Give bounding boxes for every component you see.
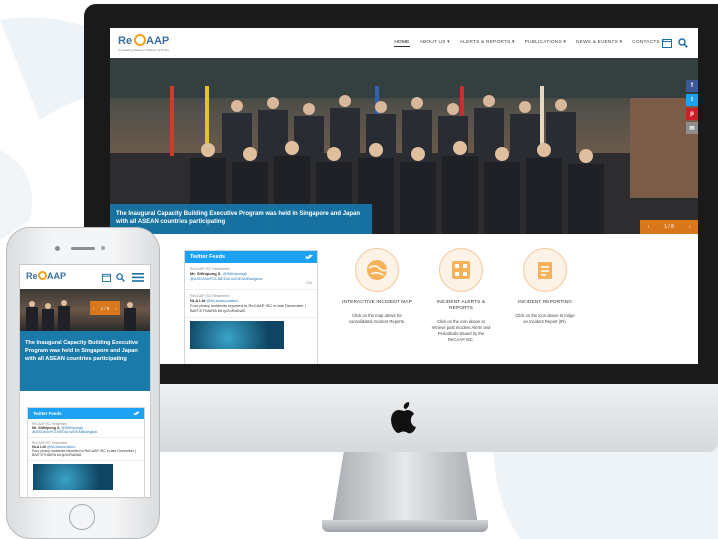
site-header: Re AAP Combating Maritime Robbery & Pira… (110, 28, 698, 60)
twitter-bird-icon (305, 254, 313, 259)
mobile-slide-counter: 1 / 8 (100, 305, 110, 311)
mobile-logo[interactable]: Re AAP (26, 270, 66, 286)
twitter-icon[interactable]: t (686, 94, 698, 106)
header-icons (662, 38, 688, 48)
nav-home[interactable]: HOME (394, 40, 410, 47)
mobile-logo-re: Re (26, 271, 38, 281)
twitter-feed-header: Twitter Feeds (185, 251, 317, 263)
mobile-next-slide-icon[interactable]: › (115, 306, 117, 311)
hero-slider[interactable]: f t p ✉ The Inaugural Capacity Building … (110, 58, 698, 234)
phone-camera (55, 246, 60, 251)
mobile-tweet-text: @ASEANxPOLMEDIA #ASEANBangkok (32, 430, 98, 434)
hero-pager: ‹ 1 / 8 › (640, 220, 698, 234)
feature-incident-alerts[interactable]: INCIDENT ALERTS & REPORTS Click on the i… (426, 248, 496, 343)
twitter-feed-widget[interactable]: Twitter Feeds ReCAAP ISC Retweeted Mr. S… (184, 250, 318, 364)
logo-text-re: Re (118, 35, 133, 47)
nav-publications[interactable]: PUBLICATIONS ▾ (525, 40, 566, 47)
twitter-feed-title: Twitter Feeds (190, 254, 226, 260)
mobile-twitter-bird-icon (133, 411, 140, 415)
nav-news-events[interactable]: NEWS & EVENTS ▾ (576, 40, 622, 47)
tweet-item[interactable]: ReCAAP ISC Retweeted NLA Ltd @NLAassocia… (185, 290, 317, 318)
mobile-hero-caption: The Inaugural Capacity Building Executiv… (20, 331, 150, 391)
apple-logo-icon (391, 402, 416, 434)
mobile-twitter-feed[interactable]: Twitter Feeds ReCAAP ISC Retweeted Mr. S… (27, 407, 145, 497)
search-icon[interactable] (678, 38, 688, 48)
hamburger-menu-icon[interactable] (132, 273, 144, 282)
feature-title: INCIDENT ALERTS & REPORTS (436, 300, 486, 311)
feature-desc: Click on the map above for consolidated … (348, 313, 406, 324)
feature-desc: Click on the icon above to retrieve past… (431, 319, 491, 342)
prev-slide-icon[interactable]: ‹ (647, 224, 649, 230)
tweet-item[interactable]: ReCAAP ISC Retweeted Mr. Sitthipong S. @… (185, 263, 317, 290)
tweet-text: Four piracy incidents reported to ReCAAP… (190, 303, 306, 313)
phone-speaker (71, 247, 95, 250)
mobile-group-photo (26, 300, 136, 331)
mobile-logo-cap: AAP (47, 271, 67, 281)
phone-home-button[interactable] (69, 504, 95, 530)
nav-contacts[interactable]: CONTACTS ▾ (632, 40, 664, 47)
feature-incident-map[interactable]: INTERACTIVE INCIDENT MAP Click on the ma… (342, 248, 412, 325)
recaap-logo[interactable]: Re AAP Combating Maritime Robbery & Pira… (118, 33, 178, 55)
mobile-logo-ring-icon (38, 271, 47, 280)
nav-alerts-reports[interactable]: ALERTS & REPORTS ▾ (460, 40, 515, 47)
logo-tagline: Combating Maritime Robbery & Piracy (118, 48, 170, 52)
mobile-tweet-item[interactable]: ReCAAP ISC Retweeted Mr. Sitthipong S. @… (28, 419, 144, 438)
hero-caption: The Inaugural Capacity Building Executiv… (110, 204, 372, 234)
mobile-prev-slide-icon[interactable]: ‹ (93, 306, 95, 311)
nav-about-us[interactable]: ABOUT US ▾ (420, 40, 450, 47)
logo-ring-icon (134, 34, 146, 46)
feature-title: INTERACTIVE INCIDENT MAP (342, 300, 412, 305)
tweet-radar-image[interactable] (190, 321, 284, 349)
social-share-bar: f t p ✉ (686, 80, 698, 136)
mobile-tweet-text: Four piracy incidents reported to ReCAAP… (32, 449, 136, 457)
logo-text-cap: AAP (146, 35, 170, 47)
mobile-search-icon[interactable] (116, 273, 125, 282)
mobile-screen: Re AAP ‹ 1 / 8 › The Inaugural Capacity … (19, 264, 151, 498)
reports-grid-icon[interactable] (439, 248, 483, 292)
calendar-icon[interactable] (662, 38, 672, 48)
tweet-time: 21h (306, 281, 312, 285)
report-document-icon[interactable] (523, 248, 567, 292)
mail-icon[interactable]: ✉ (686, 122, 698, 134)
feature-desc: Click on the icon above to lodge an Inci… (515, 313, 575, 324)
mobile-tweet-radar-image[interactable] (33, 464, 113, 490)
mobile-tweet-item[interactable]: ReCAAP ISC Retweeted NLA Ltd @NLAassocia… (28, 438, 144, 461)
globe-icon[interactable] (355, 248, 399, 292)
feature-incident-reporting[interactable]: INCIDENT REPORTING Click on the icon abo… (510, 248, 580, 325)
phone-device: Re AAP ‹ 1 / 8 › The Inaugural Capacity … (6, 227, 160, 539)
mobile-calendar-icon[interactable] (102, 273, 111, 282)
imac-stand-base (322, 520, 488, 532)
mobile-twitter-header: Twitter Feeds (28, 408, 144, 419)
mobile-header: Re AAP (20, 265, 150, 289)
mobile-twitter-title: Twitter Feeds (33, 411, 62, 416)
phone-sensor (101, 246, 105, 250)
next-slide-icon[interactable]: › (689, 224, 691, 230)
pinterest-icon[interactable]: p (686, 108, 698, 120)
desktop-screen: Re AAP Combating Maritime Robbery & Pira… (110, 28, 698, 364)
facebook-icon[interactable]: f (686, 80, 698, 92)
mobile-hero[interactable]: ‹ 1 / 8 › (20, 289, 150, 331)
slide-counter: 1 / 8 (664, 224, 674, 230)
imac-stand (332, 452, 478, 524)
feature-title: INCIDENT REPORTING (517, 300, 573, 305)
main-nav: HOME ABOUT US ▾ ALERTS & REPORTS ▾ PUBLI… (394, 40, 664, 47)
mobile-pager: ‹ 1 / 8 › (90, 301, 120, 315)
